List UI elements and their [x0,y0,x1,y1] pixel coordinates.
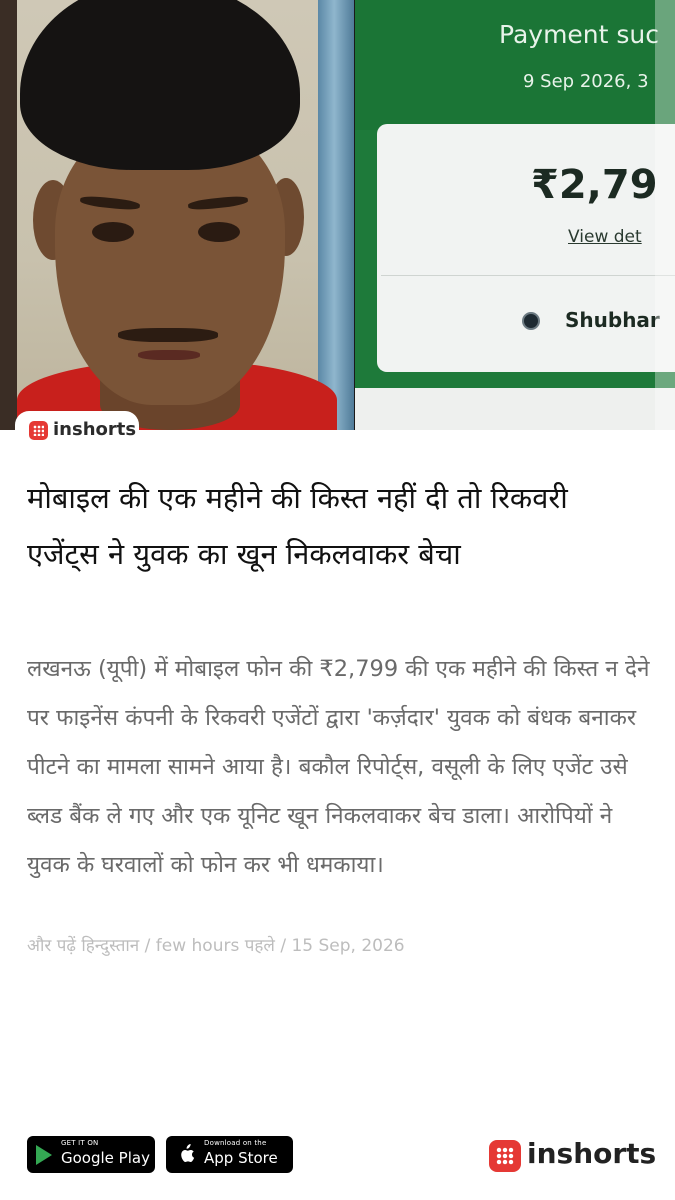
person-mustache [118,328,218,342]
person-eye [92,222,134,242]
apple-icon [181,1144,195,1162]
article-source-link[interactable]: और पढ़ें हिन्दुस्तान / few hours पहले / … [27,933,405,956]
person-mouth [138,350,200,360]
badge-label: inshorts [53,419,137,440]
phone-edge [655,0,675,430]
inshorts-badge: inshorts [15,411,139,447]
inshorts-logo-icon [489,1140,521,1172]
google-play-button[interactable]: GET IT ON Google Play [27,1136,155,1173]
payee-icon [522,312,540,330]
app-store-small-text: Download on the [204,1139,267,1147]
payment-view-details: View det [568,227,642,247]
payment-date: 9 Sep 2026, 3 [523,71,649,92]
person-hair [20,0,300,170]
image-edge [0,0,17,430]
inshorts-logo: inshorts [489,1136,656,1176]
article-body: लखनऊ (यूपी) में मोबाइल फोन की ₹2,799 की … [27,656,650,878]
payment-title: Payment suc [499,20,660,49]
app-store-button[interactable]: Download on the App Store [166,1136,293,1173]
payment-bottom [355,388,675,430]
article-headline: मोबाइल की एक महीने की किस्त नहीं दी तो र… [27,481,568,571]
google-play-small-text: GET IT ON [61,1139,99,1147]
payee-name: Shubhar [565,308,660,332]
photo-pillar [318,0,354,430]
hero-image: Payment suc 9 Sep 2026, 3 ₹2,79 View det… [0,0,675,430]
google-play-label: Google Play [61,1149,150,1167]
inshorts-logo-icon [29,421,48,440]
app-store-label: App Store [204,1149,278,1167]
google-play-icon [36,1145,52,1165]
payment-divider [381,275,675,276]
payment-amount: ₹2,79 [531,162,658,208]
payment-screenshot: Payment suc 9 Sep 2026, 3 ₹2,79 View det… [355,0,675,430]
person-eye [198,222,240,242]
inshorts-logo-text: inshorts [527,1137,657,1170]
